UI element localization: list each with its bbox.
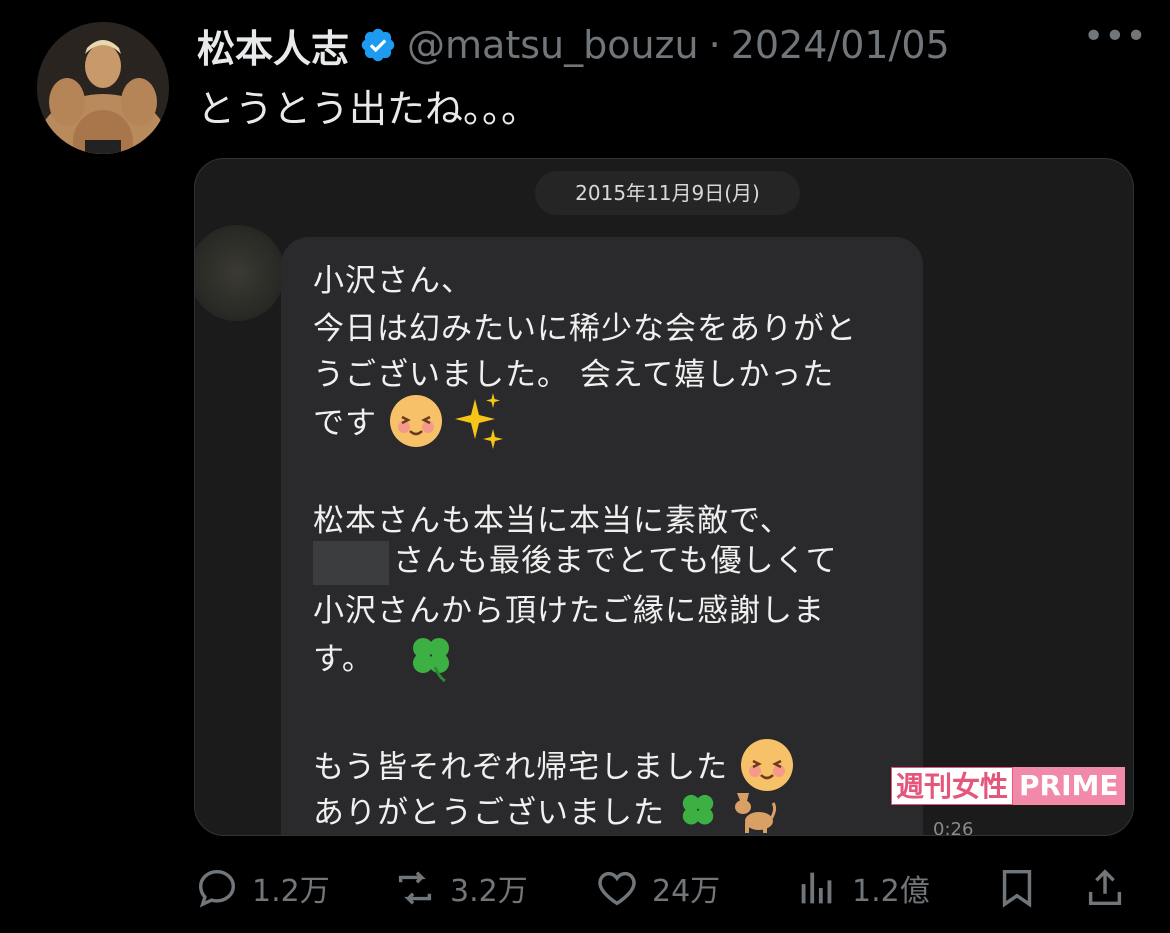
avatar[interactable] [37,22,169,154]
message-line: 小沢さんから頂けたご縁に感謝しま [313,593,825,629]
reply-count: 1.2万 [252,874,330,909]
cat-icon [731,789,777,836]
author-handle[interactable]: @matsu_bouzu [407,23,699,67]
heart-icon [598,871,636,906]
video-time: 0:26 [933,819,974,836]
tweet-text: とうとう出たね。。。 [197,87,540,131]
reply-icon [198,869,236,908]
message-text: もう皆それぞれ帰宅しました [313,749,729,786]
watermark-right: PRIME [1013,767,1125,805]
message-line: 今日は幻みたいに稀少な会をありがと [313,311,857,347]
separator-dot: · [708,23,721,67]
message-text: さんも最後までとても優しくて [393,543,838,579]
message-text: ありがとうございました [313,795,665,831]
tweet-header: 松本人志 @matsu_bouzu · 2024/01/05 [197,18,950,72]
censor-block [313,540,389,585]
message-line-with-censor: さんも最後までとても優しくて [313,535,838,585]
message-line: 松本さんも本当に本当に素敵で、 [313,503,792,539]
action-bar: 1.2万 3.2万 24万 1.2億 [0,858,1170,918]
message-line-with-emoji: す。 [313,631,457,691]
media-attachment[interactable]: 2015年11月9日(月) 小沢さん、 今日は幻みたいに稀少な会をありがと うご… [194,158,1134,836]
retweet-icon [398,871,432,905]
four-leaf-clover-icon [405,631,457,691]
watermark-left: 週刊女性 [891,767,1014,805]
reply-button[interactable]: 1.2万 [194,858,330,918]
message-line-with-emoji: です [313,393,505,457]
share-icon [1088,869,1122,906]
bookmark-icon [1002,869,1032,908]
message-text: です [313,405,377,442]
chat-date-pill: 2015年11月9日(月) [535,171,800,215]
author-name[interactable]: 松本人志 [197,18,349,73]
views-button[interactable]: 1.2億 [794,858,930,918]
publisher-watermark: 週刊女性 PRIME [891,767,1125,805]
message-line: うございました。 会えて嬉しかった [313,357,835,393]
view-count: 1.2億 [852,874,930,909]
verified-badge-icon [359,26,397,64]
like-count: 24万 [652,874,721,909]
share-button[interactable] [1082,858,1128,918]
four-leaf-clover-icon [676,789,720,836]
views-icon [801,872,832,904]
sparkles-icon [454,393,505,457]
like-button[interactable]: 24万 [594,858,720,918]
retweet-count: 3.2万 [450,874,528,909]
message-line-with-emoji: ありがとうございました [313,787,777,836]
more-options-icon[interactable]: ••• [1083,19,1147,62]
smiling-face-icon [388,393,444,457]
tweet-date[interactable]: 2024/01/05 [731,23,950,67]
message-text: す。 [313,641,374,678]
message-line: 小沢さん、 [313,263,473,299]
retweet-button[interactable]: 3.2万 [392,858,528,918]
bookmark-button[interactable] [994,858,1040,918]
blurred-avatar [195,225,285,321]
